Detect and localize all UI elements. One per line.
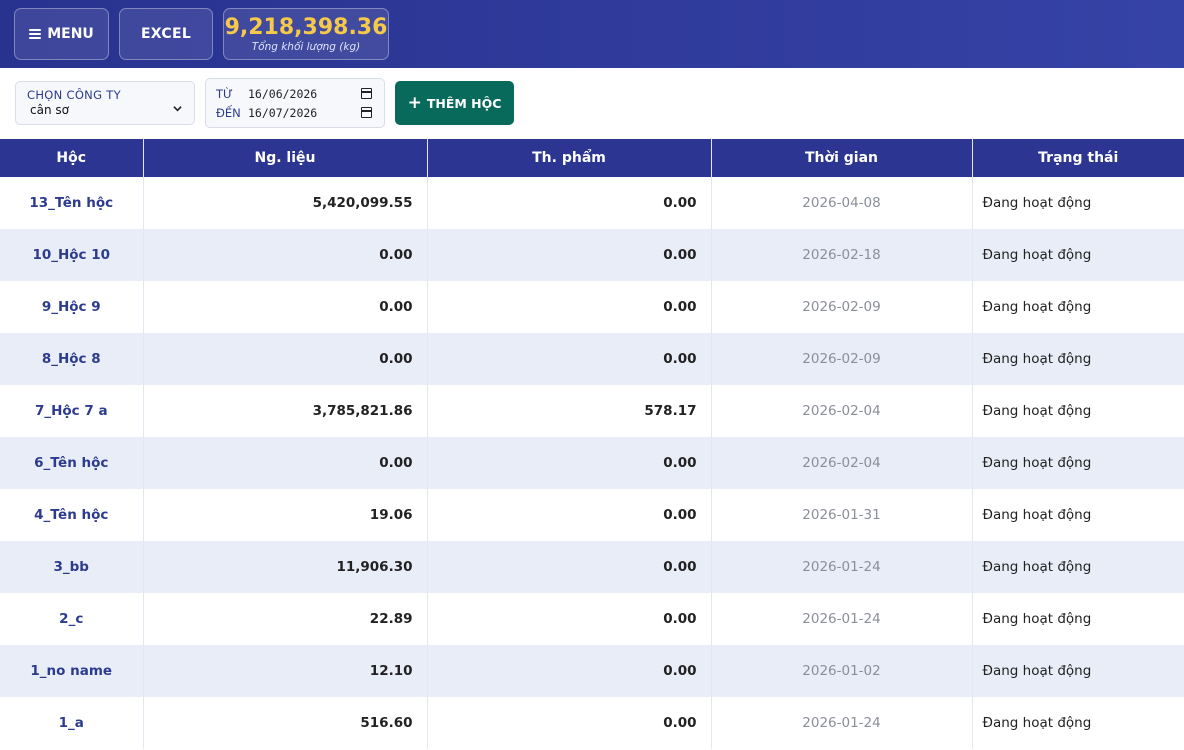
- column-header-product[interactable]: Th. phẩm: [427, 139, 712, 177]
- status-cell: Đang hoạt động: [972, 385, 1184, 437]
- material-cell: 0.00: [143, 281, 428, 333]
- bin-name-cell[interactable]: 1_no name: [0, 645, 144, 697]
- material-cell: 19.06: [143, 489, 428, 541]
- to-date-input[interactable]: 16/07/2026: [248, 106, 358, 120]
- from-date-input[interactable]: 16/06/2026: [248, 87, 358, 101]
- product-cell: 0.00: [427, 593, 712, 645]
- time-cell: 2026-02-04: [711, 437, 973, 489]
- material-cell: 0.00: [143, 229, 428, 281]
- table-row[interactable]: 2_c 22.89 0.00 2026-01-24 Đang hoạt động: [0, 593, 1184, 645]
- status-cell: Đang hoạt động: [972, 697, 1184, 749]
- column-header-bin[interactable]: Hộc: [0, 139, 144, 177]
- bin-name-cell[interactable]: 13_Tên hộc: [0, 177, 144, 229]
- status-cell: Đang hoạt động: [972, 593, 1184, 645]
- table-row[interactable]: 13_Tên hộc 5,420,099.55 0.00 2026-04-08 Đang…: [0, 177, 1184, 229]
- status-cell: Đang hoạt động: [972, 177, 1184, 229]
- bin-name-cell[interactable]: 10_Hộc 10: [0, 229, 144, 281]
- company-select-value: cân sơ: [30, 103, 69, 117]
- column-header-time[interactable]: Thời gian: [711, 139, 973, 177]
- status-cell: Đang hoạt động: [972, 333, 1184, 385]
- total-weight-caption: Tổng khối lượng (kg): [251, 41, 361, 53]
- material-cell: 0.00: [143, 333, 428, 385]
- table-row[interactable]: 1_a 516.60 0.00 2026-01-24 Đang hoạt động: [0, 697, 1184, 749]
- status-cell: Đang hoạt động: [972, 489, 1184, 541]
- table-header-row: Hộc Ng. liệu Th. phẩm Thời gian Trạng th…: [0, 139, 1184, 177]
- bin-name-cell[interactable]: 3_bb: [0, 541, 144, 593]
- menu-button[interactable]: MENU: [14, 8, 109, 60]
- chevron-down-icon: [173, 106, 182, 112]
- table-row[interactable]: 1_no name 12.10 0.00 2026-01-02 Đang hoạt độ…: [0, 645, 1184, 697]
- from-date-label: TỪ: [216, 87, 233, 101]
- to-date-label: ĐẾN: [216, 106, 241, 120]
- hamburger-icon: [29, 29, 42, 39]
- bin-name-cell[interactable]: 4_Tên hộc: [0, 489, 144, 541]
- bins-table: Hộc Ng. liệu Th. phẩm Thời gian Trạng th…: [0, 139, 1184, 749]
- bin-name-cell[interactable]: 1_a: [0, 697, 144, 749]
- column-header-material[interactable]: Ng. liệu: [143, 139, 428, 177]
- material-cell: 5,420,099.55: [143, 177, 428, 229]
- material-cell: 0.00: [143, 437, 428, 489]
- bin-name-cell[interactable]: 9_Hộc 9: [0, 281, 144, 333]
- product-cell: 0.00: [427, 697, 712, 749]
- plus-icon: +: [407, 92, 422, 113]
- excel-export-button[interactable]: EXCEL: [119, 8, 213, 60]
- bin-name-cell[interactable]: 2_c: [0, 593, 144, 645]
- material-cell: 12.10: [143, 645, 428, 697]
- company-select-label: CHỌN CÔNG TY: [27, 88, 121, 102]
- to-date-row: ĐẾN 16/07/2026: [216, 105, 358, 121]
- time-cell: 2026-01-31: [711, 489, 973, 541]
- date-range-filter: TỪ 16/06/2026 ĐẾN 16/07/2026: [205, 78, 385, 128]
- status-cell: Đang hoạt động: [972, 645, 1184, 697]
- status-cell: Đang hoạt động: [972, 229, 1184, 281]
- bin-name-cell[interactable]: 6_Tên hộc: [0, 437, 144, 489]
- product-cell: 0.00: [427, 333, 712, 385]
- top-bar: MENU EXCEL 9,218,398.36 Tổng khối lượng …: [0, 0, 1184, 68]
- total-weight-value: 9,218,398.36: [224, 15, 388, 40]
- table-row[interactable]: 10_Hộc 10 0.00 0.00 2026-02-18 Đang hoạt độn…: [0, 229, 1184, 281]
- total-weight-card: 9,218,398.36 Tổng khối lượng (kg): [223, 8, 389, 60]
- table-row[interactable]: 9_Hộc 9 0.00 0.00 2026-02-09 Đang hoạt động: [0, 281, 1184, 333]
- material-cell: 516.60: [143, 697, 428, 749]
- company-select[interactable]: CHỌN CÔNG TY cân sơ: [15, 81, 195, 125]
- add-bin-button-label: THÊM HỘC: [426, 95, 502, 111]
- menu-button-label: MENU: [47, 26, 94, 42]
- column-header-status[interactable]: Trạng thái: [972, 139, 1184, 177]
- time-cell: 2026-01-24: [711, 541, 973, 593]
- time-cell: 2026-02-09: [711, 333, 973, 385]
- calendar-icon[interactable]: [361, 107, 372, 118]
- from-date-row: TỪ 16/06/2026: [216, 86, 358, 102]
- time-cell: 2026-01-24: [711, 593, 973, 645]
- bin-name-cell[interactable]: 8_Hộc 8: [0, 333, 144, 385]
- time-cell: 2026-02-18: [711, 229, 973, 281]
- table-row[interactable]: 4_Tên hộc 19.06 0.00 2026-01-31 Đang hoạt độ…: [0, 489, 1184, 541]
- product-cell: 0.00: [427, 489, 712, 541]
- time-cell: 2026-01-24: [711, 697, 973, 749]
- product-cell: 0.00: [427, 281, 712, 333]
- product-cell: 0.00: [427, 645, 712, 697]
- table-row[interactable]: 3_bb 11,906.30 0.00 2026-01-24 Đang hoạt độn…: [0, 541, 1184, 593]
- status-cell: Đang hoạt động: [972, 541, 1184, 593]
- material-cell: 22.89: [143, 593, 428, 645]
- material-cell: 11,906.30: [143, 541, 428, 593]
- bin-name-cell[interactable]: 7_Hộc 7 a: [0, 385, 144, 437]
- product-cell: 578.17: [427, 385, 712, 437]
- table-body: 13_Tên hộc 5,420,099.55 0.00 2026-04-08 Đang…: [0, 177, 1184, 749]
- product-cell: 0.00: [427, 437, 712, 489]
- table-row[interactable]: 7_Hộc 7 a 3,785,821.86 578.17 2026-02-04 Đan…: [0, 385, 1184, 437]
- add-bin-button[interactable]: + THÊM HỘC: [395, 81, 514, 125]
- status-cell: Đang hoạt động: [972, 437, 1184, 489]
- excel-button-label: EXCEL: [140, 26, 192, 42]
- time-cell: 2026-02-09: [711, 281, 973, 333]
- status-cell: Đang hoạt động: [972, 281, 1184, 333]
- material-cell: 3,785,821.86: [143, 385, 428, 437]
- product-cell: 0.00: [427, 229, 712, 281]
- product-cell: 0.00: [427, 541, 712, 593]
- product-cell: 0.00: [427, 177, 712, 229]
- table-row[interactable]: 6_Tên hộc 0.00 0.00 2026-02-04 Đang hoạt độn…: [0, 437, 1184, 489]
- table-row[interactable]: 8_Hộc 8 0.00 0.00 2026-02-09 Đang hoạt động: [0, 333, 1184, 385]
- time-cell: 2026-01-02: [711, 645, 973, 697]
- time-cell: 2026-04-08: [711, 177, 973, 229]
- calendar-icon[interactable]: [361, 88, 372, 99]
- time-cell: 2026-02-04: [711, 385, 973, 437]
